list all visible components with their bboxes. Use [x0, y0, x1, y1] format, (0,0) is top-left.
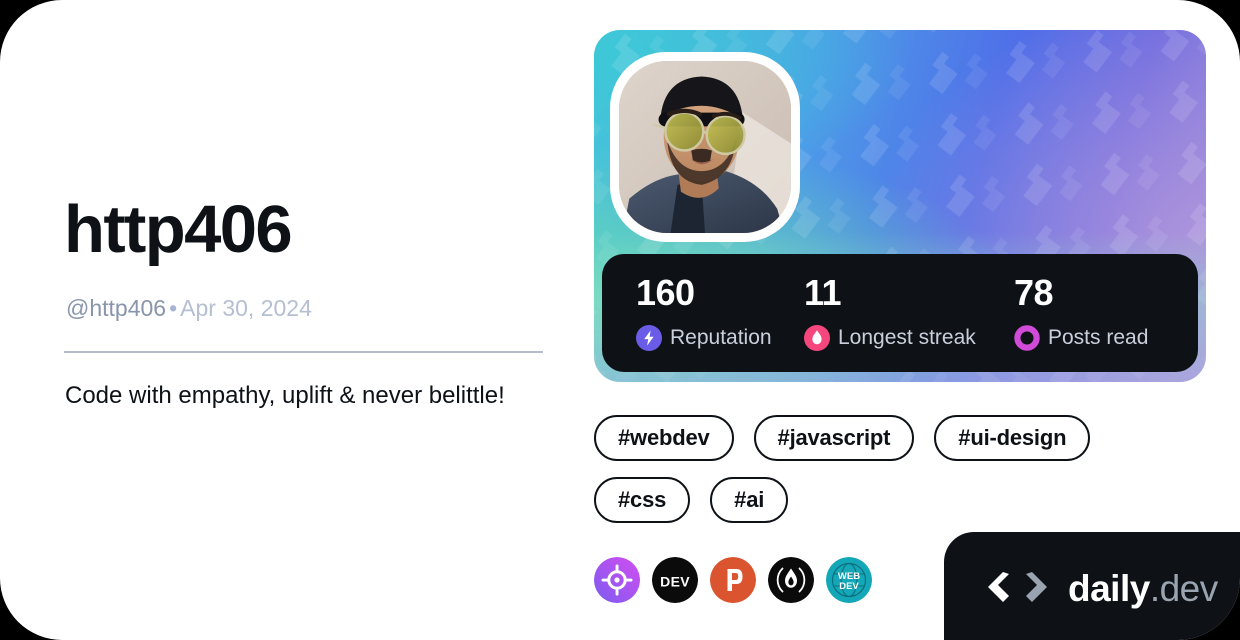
avatar-photo: [619, 61, 791, 233]
tag-chip[interactable]: #webdev: [594, 415, 734, 461]
profile-info-column: http406 @http406 • Apr 30, 2024 Code with …: [64, 0, 564, 640]
posts-read-ring-icon: [1014, 325, 1040, 351]
meta-separator: •: [169, 295, 178, 321]
webdev-globe-icon[interactable]: WEB DEV: [826, 557, 872, 603]
stat-posts-read: 78 Posts read: [1014, 275, 1148, 351]
tag-chip[interactable]: #css: [594, 477, 691, 523]
brand-tld: .dev: [1149, 567, 1218, 609]
product-hunt-icon[interactable]: [710, 557, 756, 603]
stats-bar: 160 Reputation 11 Longest streak 78 Post…: [602, 254, 1198, 372]
svg-text:DEV: DEV: [660, 574, 690, 590]
brand-name: daily: [1068, 567, 1150, 609]
tag-list: #webdev #javascript #ui-design #css #ai: [594, 415, 1206, 523]
daily-dev-logo-icon: [988, 572, 1047, 602]
cover-banner: 160 Reputation 11 Longest streak 78 Post…: [594, 30, 1206, 382]
tag-chip[interactable]: #javascript: [753, 415, 915, 461]
dev-to-icon[interactable]: DEV: [652, 557, 698, 603]
stat-label: Reputation: [670, 326, 772, 349]
profile-bio: Code with empathy, uplift & never belitt…: [65, 382, 505, 409]
stat-label: Posts read: [1048, 326, 1149, 349]
page-title: http406: [64, 192, 293, 267]
divider: [64, 351, 543, 353]
profile-card: http406 @http406 • Apr 30, 2024 Code with …: [0, 0, 1240, 640]
social-links: DEV WEB DEV: [594, 557, 872, 603]
avatar: [610, 52, 800, 242]
stat-value: 160: [636, 272, 695, 313]
stat-value: 78: [1014, 272, 1054, 313]
brand-text: daily.dev: [1068, 570, 1218, 607]
profile-handle: @http406: [66, 295, 167, 321]
tag-chip[interactable]: #ai: [710, 477, 789, 523]
stat-reputation: 160 Reputation: [636, 275, 772, 351]
hashnode-flame-icon[interactable]: [768, 557, 814, 603]
profile-meta: @http406 • Apr 30, 2024: [66, 295, 312, 322]
streak-flame-icon: [804, 325, 830, 351]
tag-chip[interactable]: #ui-design: [934, 415, 1091, 461]
svg-text:DEV: DEV: [839, 581, 859, 592]
stat-longest-streak: 11 Longest streak: [804, 275, 976, 351]
daily-dev-brand-badge: daily.dev: [944, 532, 1240, 640]
reputation-bolt-icon: [636, 325, 662, 351]
stat-label: Longest streak: [838, 326, 976, 349]
stat-value: 11: [804, 272, 842, 313]
codepen-target-icon[interactable]: [594, 557, 640, 603]
profile-date: Apr 30, 2024: [180, 295, 312, 321]
profile-media-column: 160 Reputation 11 Longest streak 78 Post…: [594, 30, 1206, 603]
